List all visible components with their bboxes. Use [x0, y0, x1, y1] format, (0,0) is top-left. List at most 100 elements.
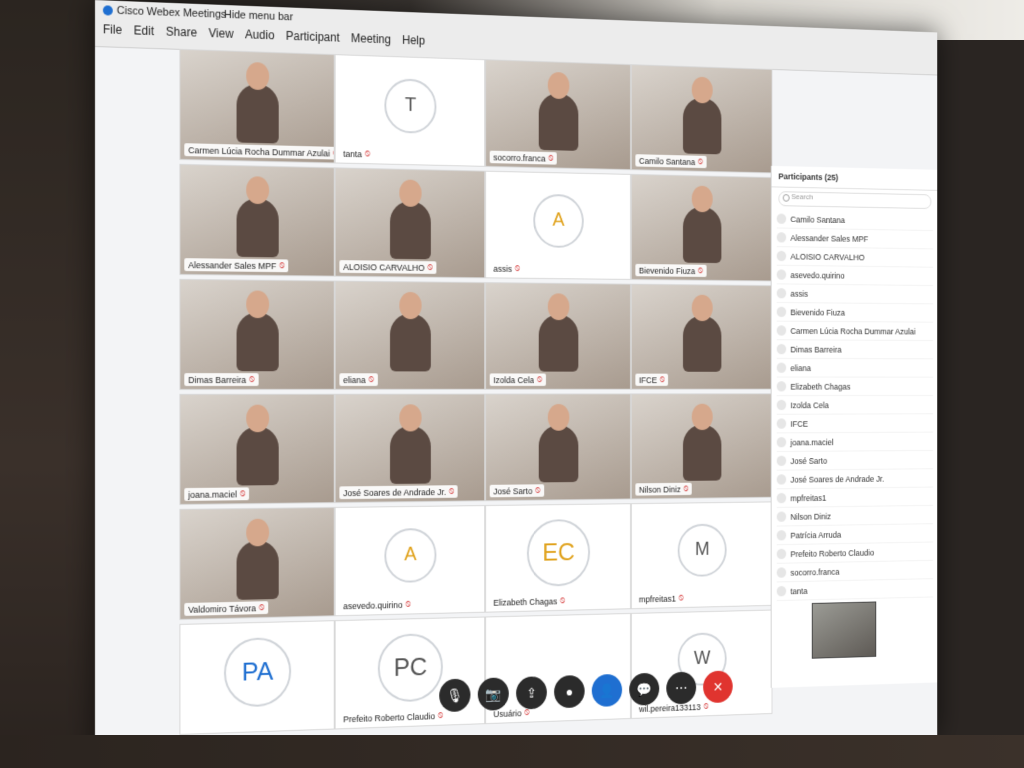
participant-list-item[interactable]: Alessander Sales MPF [776, 228, 934, 250]
participant-list-item[interactable]: José Soares de Andrade Jr. [776, 469, 934, 490]
avatar [776, 437, 787, 448]
participant-tile[interactable]: PA [179, 620, 335, 735]
avatar [776, 474, 787, 485]
avatar [776, 288, 787, 299]
search-icon [782, 194, 790, 202]
avatar [776, 232, 787, 243]
avatar: M [677, 523, 727, 577]
muted-mic-icon: ⦸ [448, 486, 455, 496]
chat-button[interactable]: 💬 [629, 672, 660, 706]
avatar [776, 492, 787, 504]
share-button[interactable]: ⇪ [516, 676, 547, 710]
avatar [776, 343, 787, 355]
participant-list-item[interactable]: assis [776, 284, 934, 305]
muted-mic-icon: ⦸ [536, 374, 543, 384]
participant-tile[interactable]: Ttanta ⦸ [334, 54, 486, 167]
participant-list-item[interactable]: joana.maciel [776, 432, 934, 453]
participant-tile[interactable]: Carmen Lúcia Rocha Dummar Azulai⦸ [179, 48, 335, 164]
participant-list-item[interactable]: asevedo.quirino [776, 265, 934, 287]
hide-menu-bar-button[interactable]: Hide menu bar [224, 9, 293, 23]
chat-icon: 💬 [636, 680, 652, 697]
wall-bottom [0, 735, 1024, 768]
participant-tile[interactable]: PC Prefeito Roberto Claudio ⦸ [334, 616, 486, 730]
participant-video [682, 294, 722, 372]
participant-list-item[interactable]: eliana [776, 358, 934, 378]
avatar [776, 325, 787, 336]
participant-video [390, 404, 431, 484]
participant-tile[interactable]: joana.maciel ⦸ [179, 393, 335, 505]
menu-edit[interactable]: Edit [134, 23, 154, 38]
participant-tile[interactable]: eliana ⦸ [334, 280, 486, 390]
avatar [776, 530, 787, 541]
muted-mic-icon: ⦸ [364, 148, 371, 159]
participant-tile[interactable]: José Soares de Andrade Jr. ⦸ [334, 393, 486, 504]
participant-tile[interactable]: Alessander Sales MPF ⦸ [179, 163, 335, 277]
participant-video [236, 518, 279, 600]
record-button[interactable]: ● [554, 674, 585, 709]
participant-list-item[interactable]: Dimas Barreira [776, 340, 934, 360]
participant-tile[interactable]: IFCE ⦸ [630, 283, 773, 390]
camera-off-icon: 📷 [485, 685, 502, 702]
participant-list-item[interactable]: Carmen Lúcia Rocha Dummar Azulai [776, 321, 934, 341]
participant-video [390, 179, 431, 260]
muted-mic-icon: ⦸ [659, 374, 665, 384]
participant-list: Camilo Santana Alessander Sales MPF ALOISI… [772, 209, 938, 602]
menu-file[interactable]: File [103, 22, 122, 37]
participant-list-item[interactable]: José Sarto [776, 450, 934, 471]
participant-tile[interactable]: socorro.franca ⦸ [485, 59, 631, 171]
record-icon: ● [565, 683, 574, 700]
menu-share[interactable]: Share [166, 25, 197, 40]
participant-tile[interactable]: Nilson Diniz ⦸ [630, 393, 773, 500]
participant-tile[interactable]: Dimas Barreira ⦸ [179, 278, 335, 390]
participant-list-item[interactable]: Izolda Cela [776, 395, 934, 415]
participant-name-label: Prefeito Roberto Claudio ⦸ [339, 709, 447, 726]
avatar [776, 455, 787, 466]
video-button[interactable]: 📷 [477, 677, 509, 711]
participant-list-item[interactable]: Nilson Diniz [776, 505, 934, 527]
participant-list-item[interactable]: ALOISIO CARVALHO [776, 247, 934, 268]
menu-items: File Edit Share View Audio Participant Meeting… [103, 22, 425, 47]
muted-mic-icon: ⦸ [427, 262, 433, 272]
mute-button[interactable]: 🎙 [439, 678, 471, 713]
avatar: T [384, 77, 437, 134]
more-icon: ⋯ [675, 679, 688, 696]
avatar [776, 418, 787, 429]
participant-list-item[interactable]: IFCE [776, 414, 934, 434]
participant-video [538, 403, 579, 483]
more-button[interactable]: ⋯ [666, 671, 697, 705]
participant-list-item[interactable]: tanta [776, 579, 934, 602]
participant-name-label: Elizabeth Chagas ⦸ [489, 594, 569, 609]
participant-tile[interactable]: José Sarto ⦸ [485, 393, 631, 502]
leave-button[interactable]: ✕ [703, 670, 733, 704]
participant-list-item[interactable]: mpfreitas1 [776, 487, 934, 508]
participant-search-input[interactable]: Search [778, 191, 932, 210]
participant-name-label: assis ⦸ [489, 262, 524, 275]
participant-tile[interactable]: Camilo Santana ⦸ [630, 64, 773, 174]
participant-tile[interactable]: Izolda Cela ⦸ [485, 282, 631, 390]
webex-window: Cisco Webex Meetings Hide menu bar File E… [95, 0, 938, 768]
avatar: A [533, 193, 584, 248]
menu-meeting[interactable]: Meeting [351, 31, 391, 46]
participant-tile[interactable]: Aasevedo.quirino ⦸ [334, 505, 486, 617]
participant-list-item[interactable]: Elizabeth Chagas [776, 377, 934, 397]
participant-tile[interactable]: EC Elizabeth Chagas ⦸ [485, 503, 631, 613]
participant-tile[interactable]: Mmpfreitas1 ⦸ [630, 501, 773, 610]
wall-left [0, 0, 110, 768]
avatar [776, 381, 787, 392]
participant-tile[interactable]: Bievenido Fiuza ⦸ [630, 173, 773, 282]
muted-mic-icon: ⦸ [258, 602, 265, 613]
menu-view[interactable]: View [209, 26, 234, 41]
participant-tile[interactable]: Aassis ⦸ [485, 170, 631, 280]
participant-tile[interactable]: Valdomiro Távora ⦸ [179, 506, 335, 620]
participant-name-label: Nilson Diniz ⦸ [635, 482, 693, 496]
participant-tile[interactable]: ALOISIO CARVALHO ⦸ [334, 167, 486, 279]
menu-audio[interactable]: Audio [245, 27, 274, 42]
participant-name-label: Alessander Sales MPF ⦸ [184, 258, 289, 273]
participant-list-item[interactable]: Bievenido Fiuza [776, 302, 934, 323]
muted-mic-icon: ⦸ [279, 260, 285, 271]
menu-participant[interactable]: Participant [286, 29, 340, 45]
self-view-video[interactable] [811, 601, 877, 659]
avatar [776, 511, 787, 522]
participants-button[interactable]: 👤 [591, 673, 623, 708]
menu-help[interactable]: Help [402, 33, 425, 47]
